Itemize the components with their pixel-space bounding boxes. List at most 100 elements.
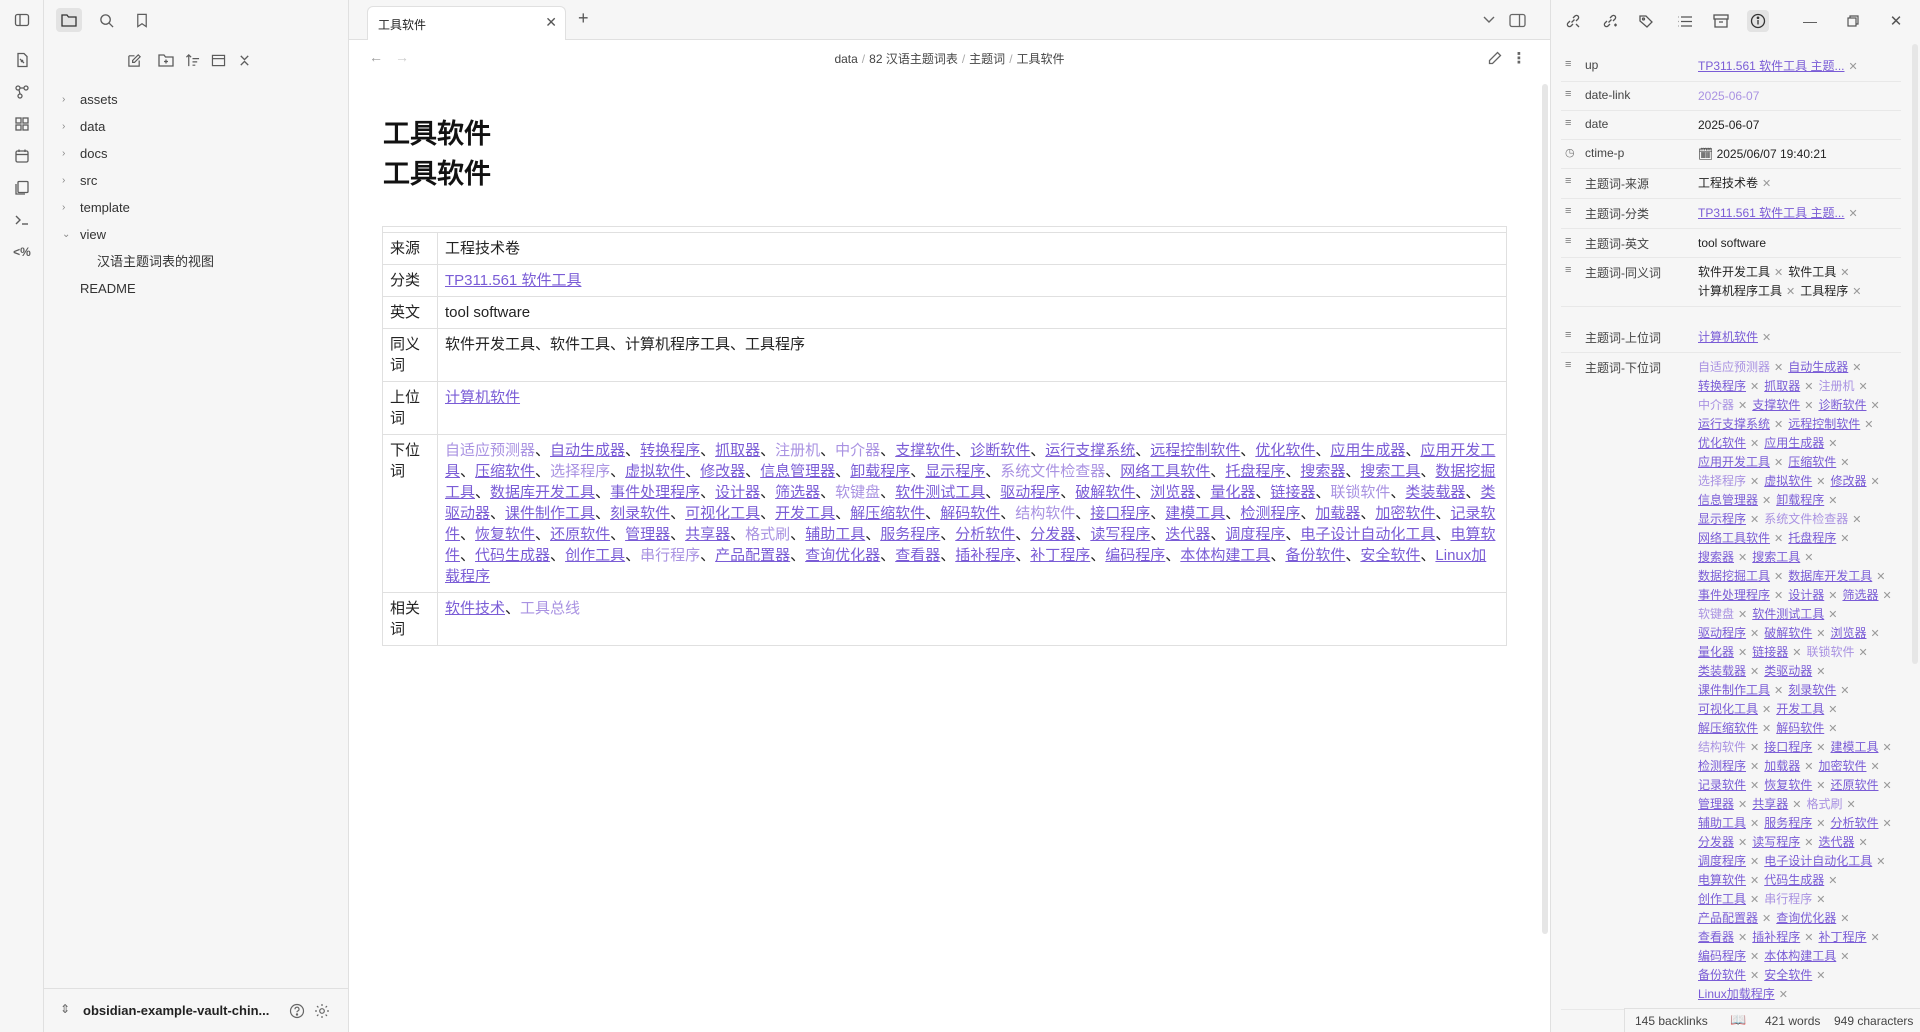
property-pill[interactable]: 查询优化器 ✕ <box>1776 909 1849 928</box>
reading-book-icon[interactable]: 📖 <box>1730 1012 1746 1028</box>
narrower-term-link[interactable]: 安全软件 <box>1360 547 1420 564</box>
graph-view-icon[interactable] <box>10 80 34 104</box>
property-key[interactable]: 主题词-同义词 <box>1585 264 1661 281</box>
remove-value-icon[interactable]: ✕ <box>1750 894 1759 906</box>
property-pill[interactable]: 软键盘 ✕ <box>1698 605 1747 624</box>
property-pill[interactable]: 备份软件 ✕ <box>1698 966 1759 985</box>
remove-value-icon[interactable]: ✕ <box>1828 723 1837 735</box>
property-pill[interactable]: 联锁软件 ✕ <box>1806 643 1867 662</box>
broader-link[interactable]: 计算机软件 <box>445 389 520 406</box>
narrower-term-link[interactable]: 驱动程序 <box>1000 484 1060 501</box>
property-pill[interactable]: 加载器 ✕ <box>1764 757 1813 776</box>
narrower-term-link[interactable]: 压缩软件 <box>475 463 535 480</box>
remove-value-icon[interactable]: ✕ <box>1779 989 1788 1001</box>
remove-value-icon[interactable]: ✕ <box>1816 780 1825 792</box>
narrower-term-link[interactable]: 共享器 <box>685 526 730 543</box>
remove-value-icon[interactable]: ✕ <box>1792 647 1801 659</box>
narrower-term-link[interactable]: 搜索工具 <box>1360 463 1420 480</box>
property-row[interactable]: ≡ 主题词-分类 TP311.561 软件工具 主题... ✕ <box>1561 199 1901 229</box>
property-type-icon[interactable]: ◷ <box>1565 146 1575 159</box>
open-quick-switcher-icon[interactable] <box>10 48 34 72</box>
property-pill[interactable]: 数据挖掘工具 ✕ <box>1698 567 1783 586</box>
remove-value-icon[interactable]: ✕ <box>1738 609 1747 621</box>
narrower-term-link[interactable]: 解码软件 <box>940 505 1000 522</box>
property-pill[interactable]: 接口程序 ✕ <box>1764 738 1825 757</box>
settings-gear-icon[interactable] <box>312 1001 332 1021</box>
property-row[interactable]: ◷ ctime-p 🗓 2025/06/07 19:40:21 <box>1561 140 1901 169</box>
remove-value-icon[interactable]: ✕ <box>1870 932 1879 944</box>
property-pill[interactable]: 类装载器 ✕ <box>1698 662 1759 681</box>
remove-value-icon[interactable]: ✕ <box>1840 685 1849 697</box>
remove-value-icon[interactable]: ✕ <box>1750 742 1759 754</box>
remove-value-icon[interactable]: ✕ <box>1738 400 1747 412</box>
files-tab-folder-icon[interactable] <box>56 8 82 32</box>
remove-value-icon[interactable]: ✕ <box>1762 723 1771 735</box>
property-pill[interactable]: 解码软件 ✕ <box>1776 719 1837 738</box>
remove-value-icon[interactable]: ✕ <box>1840 951 1849 963</box>
remove-value-icon[interactable]: ✕ <box>1870 400 1879 412</box>
property-pill[interactable]: 优化软件 ✕ <box>1698 434 1759 453</box>
narrower-term-link[interactable]: 补丁程序 <box>1030 547 1090 564</box>
narrower-term-link[interactable]: 数据库开发工具 <box>490 484 595 501</box>
narrower-term-link[interactable]: 软件测试工具 <box>895 484 985 501</box>
narrower-term-link[interactable]: 网络工具软件 <box>1120 463 1210 480</box>
remove-value-icon[interactable]: ✕ <box>1786 286 1795 298</box>
remove-value-icon[interactable]: ✕ <box>1750 951 1759 963</box>
narrower-term-link[interactable]: 抓取器 <box>715 442 760 459</box>
property-pill[interactable]: 插补程序 ✕ <box>1752 928 1813 947</box>
remove-value-icon[interactable]: ✕ <box>1774 419 1783 431</box>
narrower-term-link[interactable]: 自适应预测器 <box>445 442 535 459</box>
narrower-term-link[interactable]: 备份软件 <box>1285 547 1345 564</box>
property-type-icon[interactable]: ≡ <box>1565 205 1571 217</box>
property-pill[interactable]: 计算机程序工具 ✕ <box>1698 282 1795 301</box>
property-pill[interactable]: 工具程序 ✕ <box>1800 282 1861 301</box>
property-row[interactable]: ≡ date-link 2025-06-07 <box>1561 82 1901 111</box>
property-row[interactable]: ≡ up TP311.561 软件工具 主题... ✕ <box>1561 52 1901 82</box>
property-pill[interactable]: 搜索工具 ✕ <box>1752 548 1813 567</box>
remove-value-icon[interactable]: ✕ <box>1840 533 1849 545</box>
property-pill[interactable]: 检测程序 ✕ <box>1698 757 1759 776</box>
narrower-term-link[interactable]: 接口程序 <box>1090 505 1150 522</box>
vault-name[interactable]: obsidian-example-vault-chin... <box>83 1003 269 1018</box>
property-pill[interactable]: 格式刷 ✕ <box>1806 795 1855 814</box>
narrower-term-link[interactable]: 查询优化器 <box>805 547 880 564</box>
remove-value-icon[interactable]: ✕ <box>1774 457 1783 469</box>
remove-value-icon[interactable]: ✕ <box>1870 628 1879 640</box>
property-row[interactable]: ≡ date 2025-06-07 <box>1561 111 1901 140</box>
property-pill[interactable]: 搜索器 ✕ <box>1698 548 1747 567</box>
narrower-term-link[interactable]: 选择程序 <box>550 463 610 480</box>
new-tab-plus-icon[interactable]: + <box>578 8 589 29</box>
property-pill[interactable]: 可视化工具 ✕ <box>1698 700 1771 719</box>
narrower-term-link[interactable]: 开发工具 <box>775 505 835 522</box>
restore-window-icon[interactable] <box>1842 10 1864 32</box>
property-value[interactable]: 2025-06-07 <box>1698 82 1901 110</box>
property-value[interactable]: 软件开发工具 ✕ 软件工具 ✕计算机程序工具 ✕ 工具程序 ✕ <box>1698 258 1901 306</box>
remove-value-icon[interactable]: ✕ <box>1762 332 1771 344</box>
narrower-term-link[interactable]: 分发器 <box>1030 526 1075 543</box>
remove-value-icon[interactable]: ✕ <box>1804 761 1813 773</box>
property-pill[interactable]: 计算机软件 ✕ <box>1698 328 1771 347</box>
property-pill[interactable]: 开发工具 ✕ <box>1776 700 1837 719</box>
remove-value-icon[interactable]: ✕ <box>1876 856 1885 868</box>
remove-value-icon[interactable]: ✕ <box>1876 571 1885 583</box>
remove-value-icon[interactable]: ✕ <box>1738 932 1747 944</box>
property-value[interactable]: TP311.561 软件工具 主题... ✕ <box>1698 199 1901 228</box>
property-pill[interactable]: TP311.561 软件工具 主题... ✕ <box>1698 204 1858 223</box>
remove-value-icon[interactable]: ✕ <box>1852 362 1861 374</box>
narrower-term-link[interactable]: 类装载器 <box>1405 484 1465 501</box>
property-pill[interactable]: 🗓 2025/06/07 19:40:21 <box>1698 145 1827 163</box>
narrower-term-link[interactable]: 代码生成器 <box>475 547 550 564</box>
narrower-term-link[interactable]: 恢复软件 <box>475 526 535 543</box>
property-pill[interactable]: 读写程序 ✕ <box>1752 833 1813 852</box>
property-pill[interactable]: 分析软件 ✕ <box>1830 814 1891 833</box>
property-key[interactable]: 主题词-英文 <box>1585 235 1649 252</box>
remove-value-icon[interactable]: ✕ <box>1804 552 1813 564</box>
remove-value-icon[interactable]: ✕ <box>1774 571 1783 583</box>
bookmark-icon[interactable] <box>129 8 155 32</box>
tree-folder-docs[interactable]: › docs <box>44 140 349 167</box>
narrower-term-link[interactable]: 联锁软件 <box>1330 484 1390 501</box>
help-icon[interactable] <box>287 1001 307 1021</box>
narrower-term-link[interactable]: 编码程序 <box>1105 547 1165 564</box>
property-pill[interactable]: 编码程序 ✕ <box>1698 947 1759 966</box>
remove-value-icon[interactable]: ✕ <box>1882 818 1891 830</box>
